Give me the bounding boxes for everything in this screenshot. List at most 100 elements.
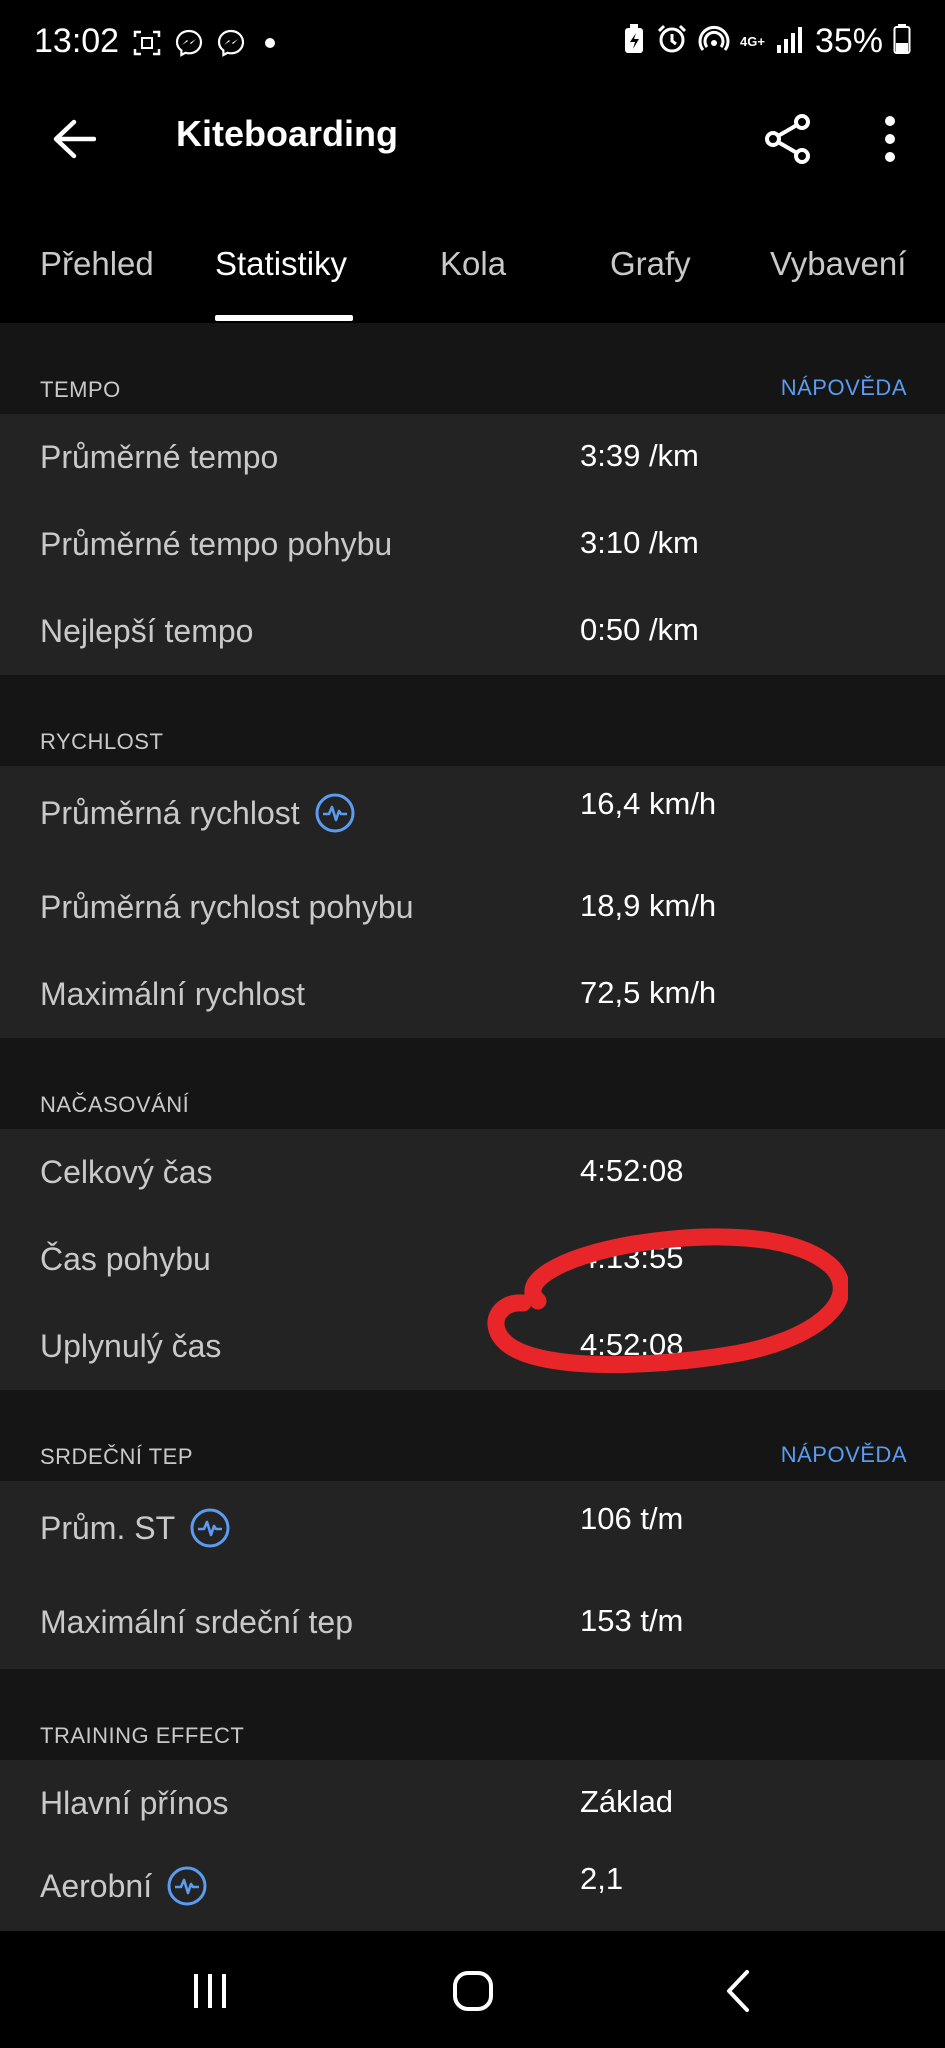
section-title: SRDEČNÍ TEP — [40, 1444, 194, 1469]
stat-row: Hlavní přínos Základ — [0, 1760, 945, 1847]
stat-row: Uplynulý čas 4:52:08 — [0, 1303, 945, 1390]
recent-apps-icon — [194, 1974, 226, 2008]
stat-value: 18,9 km/h — [580, 888, 717, 923]
stat-value: 16,4 km/h — [580, 786, 717, 821]
stat-label: Průměrná rychlost pohybu — [40, 889, 414, 925]
stat-row: Nejlepší tempo 0:50 /km — [0, 588, 945, 675]
stat-label: Uplynulý čas — [40, 1328, 222, 1364]
stat-row: Maximální rychlost 72,5 km/h — [0, 951, 945, 1038]
section-tempo: TEMPO NÁPOVĚDA Průměrné tempo 3:39 /km P… — [0, 323, 945, 675]
section-header: RYCHLOST — [0, 675, 945, 766]
stat-row: Maximální srdeční tep 153 t/m — [0, 1579, 945, 1670]
share-icon — [765, 114, 810, 164]
section-header: TEMPO NÁPOVĚDA — [0, 323, 945, 414]
stat-label: Aerobní — [40, 1865, 208, 1907]
stat-label: Čas pohybu — [40, 1241, 211, 1277]
section-header: TRAINING EFFECT — [0, 1669, 945, 1760]
stat-label: Maximální srdeční tep — [40, 1604, 354, 1640]
stat-value: 3:39 /km — [580, 438, 699, 473]
stat-value: 153 t/m — [580, 1603, 684, 1638]
network-type-label: 4G+ — [740, 34, 765, 49]
section-body: Hlavní přínos Základ Aerobní 2,1 — [0, 1760, 945, 1931]
more-options-button[interactable] — [860, 107, 920, 171]
back-icon — [727, 1970, 749, 2012]
recent-apps-button[interactable] — [175, 1961, 245, 2021]
messenger-icon — [216, 28, 246, 58]
stat-row: Průměrné tempo pohybu 3:10 /km — [0, 501, 945, 588]
status-notification-icons — [132, 28, 282, 58]
stat-label: Hlavní přínos — [40, 1785, 229, 1821]
screen: 13:02 4G+ 35% Kiteboarding Přehled Stati… — [0, 0, 945, 2048]
section-body: Prům. ST 106 t/m Maximální srdeční tep 1… — [0, 1481, 945, 1670]
app-bar: Kiteboarding — [0, 95, 945, 185]
back-button[interactable] — [44, 109, 104, 169]
tab-statistiky[interactable]: Statistiky — [215, 245, 347, 283]
section-timing: NAČASOVÁNÍ Celkový čas 4:52:08 Čas pohyb… — [0, 1038, 945, 1390]
section-training-effect: TRAINING EFFECT Hlavní přínos Základ Aer… — [0, 1669, 945, 1931]
dot-icon — [258, 28, 282, 58]
battery-percent: 35% — [814, 22, 883, 60]
section-speed: RYCHLOST Průměrná rychlost 16,4 km/h Prů… — [0, 675, 945, 1038]
section-body: Celkový čas 4:52:08 Čas pohybu 4:13:55 U… — [0, 1129, 945, 1390]
messenger-icon — [174, 28, 204, 58]
alarm-icon — [656, 23, 688, 60]
battery-icon — [893, 23, 911, 60]
tab-grafy[interactable]: Grafy — [610, 245, 691, 283]
section-header: NAČASOVÁNÍ — [0, 1038, 945, 1129]
help-link[interactable]: NÁPOVĚDA — [781, 1442, 907, 1468]
heart-rate-sensor-icon[interactable] — [166, 1865, 208, 1907]
arrow-left-icon — [53, 119, 96, 159]
help-link[interactable]: NÁPOVĚDA — [781, 375, 907, 401]
nav-back-button[interactable] — [704, 1961, 774, 2021]
page-title: Kiteboarding — [176, 113, 398, 154]
tab-bar: Přehled Statistiky Kola Grafy Vybavení — [0, 225, 945, 323]
stat-value: 106 t/m — [580, 1501, 684, 1536]
active-tab-indicator — [215, 315, 353, 321]
status-time: 13:02 — [34, 22, 120, 60]
stat-value: 4:52:08 — [580, 1327, 684, 1362]
stat-label: Nejlepší tempo — [40, 613, 254, 649]
section-heart-rate: SRDEČNÍ TEP NÁPOVĚDA Prům. ST 106 t/m Ma… — [0, 1390, 945, 1670]
share-button[interactable] — [756, 107, 820, 171]
section-body: Průměrná rychlost 16,4 km/h Průměrná ryc… — [0, 766, 945, 1038]
stat-value: 72,5 km/h — [580, 975, 717, 1010]
stat-value: 4:13:55 — [580, 1240, 684, 1275]
section-title: TEMPO — [40, 377, 121, 402]
tab-prehled[interactable]: Přehled — [40, 245, 154, 283]
stat-label: Maximální rychlost — [40, 976, 305, 1012]
stat-value: 0:50 /km — [580, 612, 699, 647]
signal-icon — [775, 23, 805, 60]
battery-saver-icon — [622, 23, 646, 60]
stat-label: Průměrné tempo pohybu — [40, 526, 393, 562]
stat-label: Celkový čas — [40, 1154, 213, 1190]
section-title: RYCHLOST — [40, 729, 164, 754]
heart-rate-sensor-icon[interactable] — [189, 1507, 231, 1549]
stats-content[interactable]: TEMPO NÁPOVĚDA Průměrné tempo 3:39 /km P… — [0, 323, 945, 1931]
more-vertical-icon — [885, 116, 895, 162]
stat-row: Celkový čas 4:52:08 — [0, 1129, 945, 1216]
home-button[interactable] — [438, 1961, 508, 2021]
section-body: Průměrné tempo 3:39 /km Průměrné tempo p… — [0, 414, 945, 675]
tab-kola[interactable]: Kola — [440, 245, 506, 283]
stat-value: 3:10 /km — [580, 525, 699, 560]
status-system-icons: 4G+ 35% — [622, 22, 911, 61]
stat-value: 2,1 — [580, 1861, 624, 1896]
screenshot-icon — [132, 28, 162, 58]
system-nav-bar — [0, 1931, 945, 2048]
tab-vybaveni[interactable]: Vybavení — [770, 245, 906, 283]
stat-label: Průměrné tempo — [40, 439, 279, 475]
section-title: NAČASOVÁNÍ — [40, 1092, 190, 1117]
stat-row: Aerobní 2,1 — [0, 1847, 945, 1931]
stat-row: Čas pohybu 4:13:55 — [0, 1216, 945, 1303]
stat-row: Průměrná rychlost 16,4 km/h — [0, 766, 945, 864]
section-title: TRAINING EFFECT — [40, 1723, 245, 1748]
stat-label: Prům. ST — [40, 1507, 231, 1549]
hotspot-icon — [698, 23, 730, 60]
stat-value: Základ — [580, 1784, 674, 1819]
heart-rate-sensor-icon[interactable] — [314, 792, 356, 834]
stat-value: 4:52:08 — [580, 1153, 684, 1188]
home-icon — [453, 1971, 493, 2011]
stat-row: Prům. ST 106 t/m — [0, 1481, 945, 1579]
status-bar: 13:02 4G+ 35% — [0, 0, 945, 90]
stat-label: Průměrná rychlost — [40, 792, 356, 834]
